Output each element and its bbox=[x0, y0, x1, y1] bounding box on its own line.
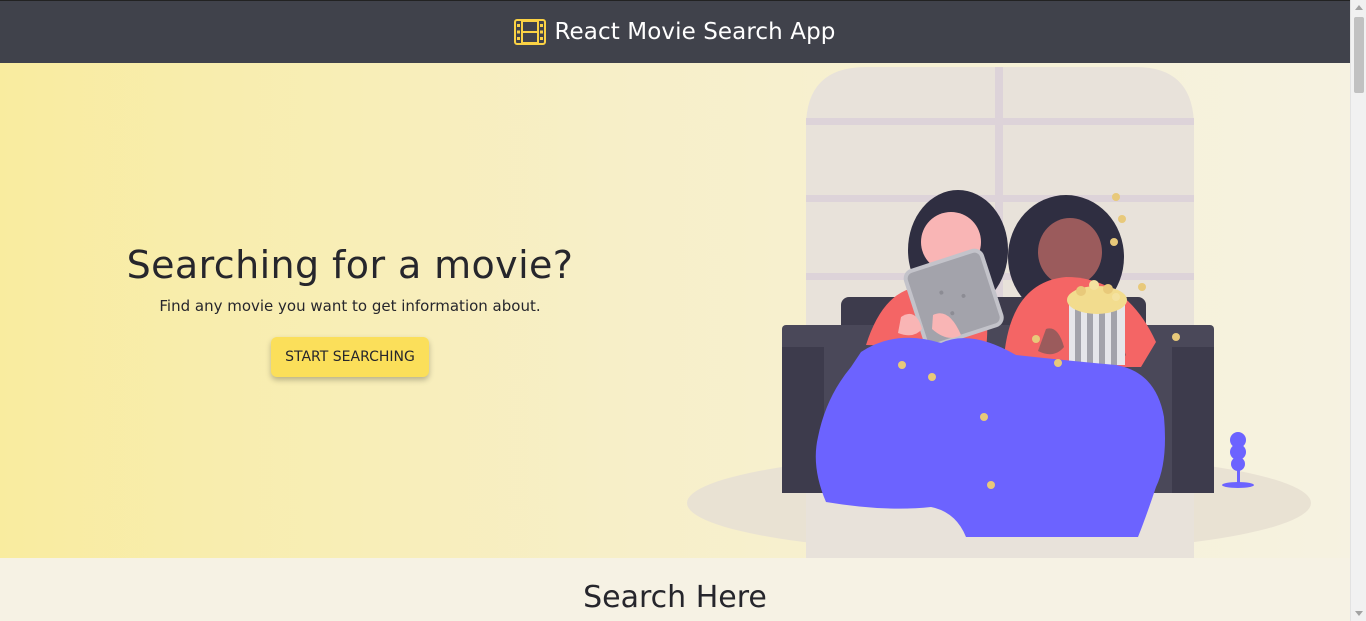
scroll-down-icon[interactable] bbox=[1355, 611, 1363, 616]
search-section-title: Search Here bbox=[583, 580, 767, 615]
search-section: Search Here bbox=[0, 558, 1350, 621]
hero-section: Searching for a movie? Find any movie yo… bbox=[0, 63, 1350, 558]
scrollbar-thumb[interactable] bbox=[1354, 17, 1364, 93]
navbar: React Movie Search App bbox=[0, 0, 1350, 63]
hero-title: Searching for a movie? bbox=[126, 243, 574, 287]
film-icon bbox=[514, 19, 547, 45]
start-searching-button[interactable]: START SEARCHING bbox=[271, 337, 429, 377]
brand-title[interactable]: React Movie Search App bbox=[554, 19, 835, 45]
scroll-up-icon[interactable] bbox=[1355, 5, 1363, 10]
movie-watching-illustration bbox=[687, 67, 1311, 558]
vertical-scrollbar[interactable] bbox=[1350, 0, 1366, 621]
hero-text: Searching for a movie? Find any movie yo… bbox=[110, 241, 590, 377]
hero-subtitle: Find any movie you want to get informati… bbox=[159, 297, 541, 315]
